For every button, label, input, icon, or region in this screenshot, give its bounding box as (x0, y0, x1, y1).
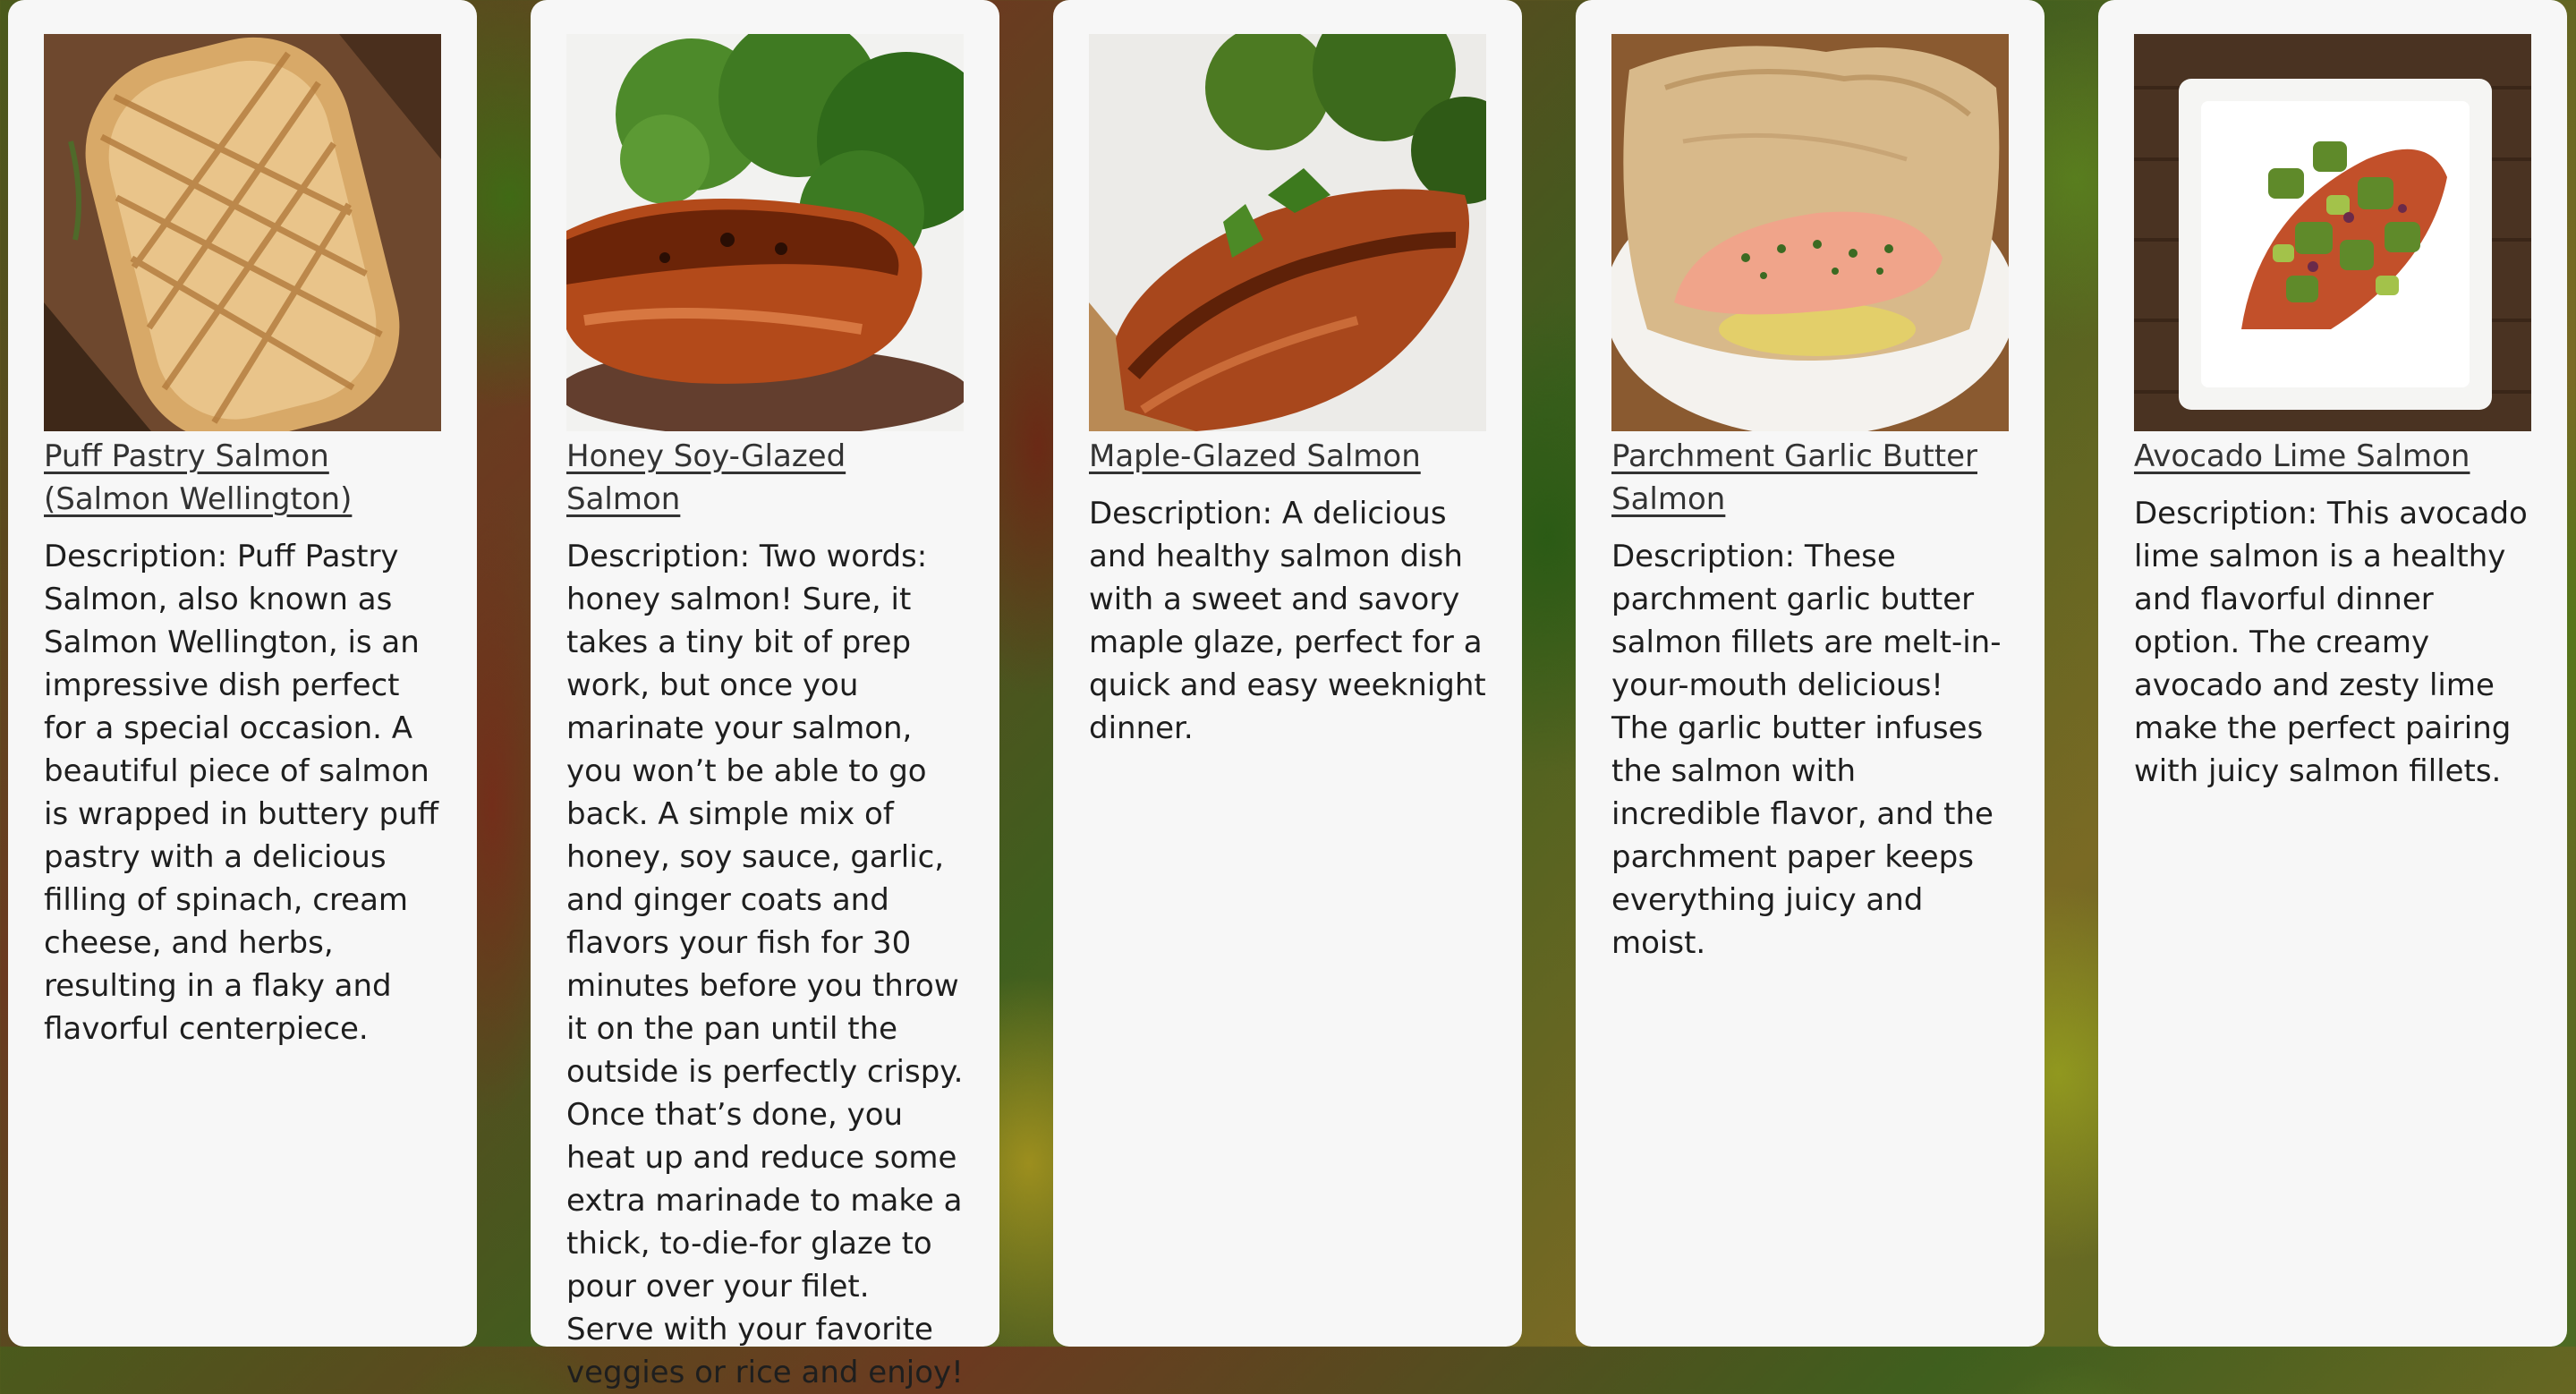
recipe-description: Description: A delicious and healthy sal… (1089, 496, 1486, 746)
recipe-description: Description: Puff Pastry Salmon, also kn… (44, 539, 439, 1047)
recipe-card: Parchment Garlic Butter Salmon Descripti… (1576, 0, 2045, 1347)
recipe-title-link[interactable]: Honey Soy-Glazed Salmon (566, 435, 964, 521)
honey-soy-salmon-photo[interactable] (566, 34, 964, 431)
recipe-title-link[interactable]: Maple-Glazed Salmon (1089, 435, 1486, 478)
recipe-title-link[interactable]: Avocado Lime Salmon (2134, 435, 2531, 478)
recipe-description: Description: This avocado lime salmon is… (2134, 496, 2528, 789)
recipe-card: Puff Pastry Salmon (Salmon Wellington) D… (8, 0, 477, 1347)
recipe-card: Honey Soy-Glazed Salmon Description: Two… (531, 0, 999, 1390)
parchment-salmon-photo[interactable] (1611, 34, 2009, 431)
salmon-wellington-photo[interactable] (44, 34, 441, 431)
recipe-card: Avocado Lime Salmon Description: This av… (2098, 0, 2567, 1347)
recipe-description: Description: Two words: honey salmon! Su… (566, 539, 964, 1390)
recipe-card: Maple-Glazed Salmon Description: A delic… (1053, 0, 1522, 1347)
recipe-title-link[interactable]: Parchment Garlic Butter Salmon (1611, 435, 2009, 521)
avocado-lime-salmon-photo[interactable] (2134, 34, 2531, 431)
recipe-title-link[interactable]: Puff Pastry Salmon (Salmon Wellington) (44, 435, 441, 521)
maple-glazed-salmon-photo[interactable] (1089, 34, 1486, 431)
recipe-description: Description: These parchment garlic butt… (1611, 539, 2002, 961)
recipe-card-grid: Puff Pastry Salmon (Salmon Wellington) D… (0, 0, 2576, 1390)
